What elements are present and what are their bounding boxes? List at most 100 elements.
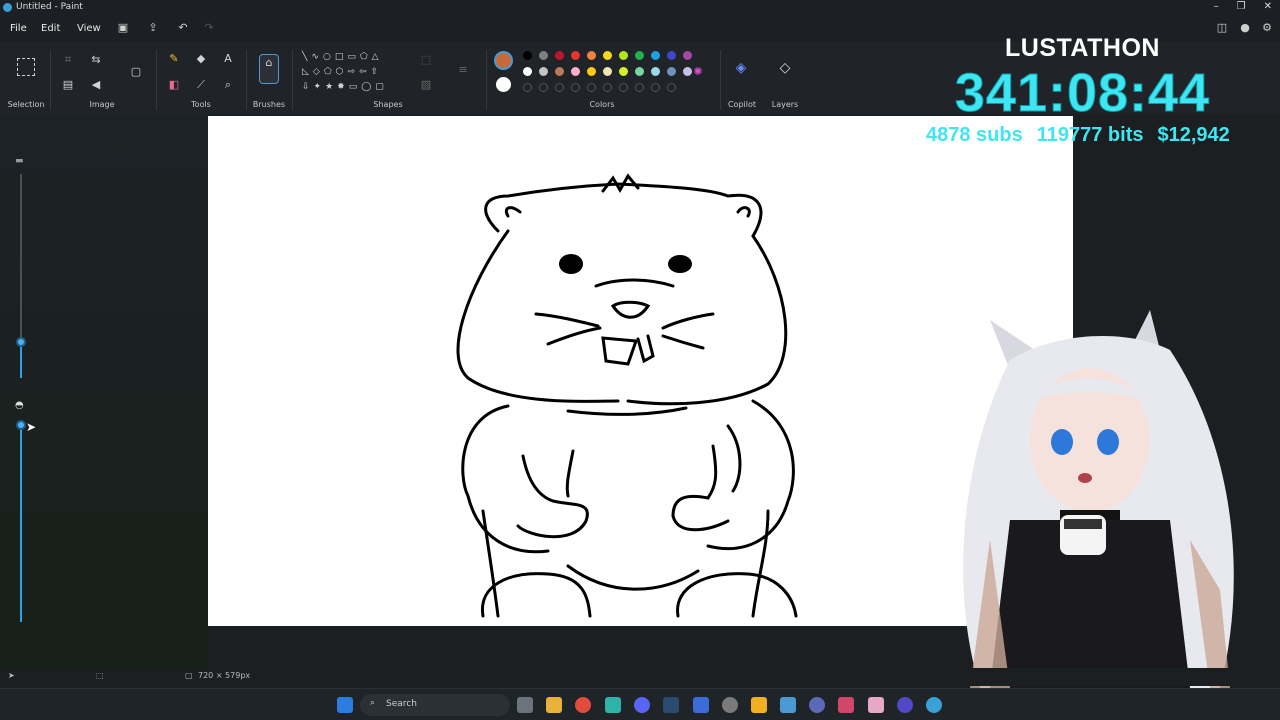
edit-colors-icon[interactable]: ✺	[690, 64, 706, 80]
taskbar-search[interactable]: ⌕ Search	[360, 694, 510, 716]
size-slider-handle[interactable]	[16, 337, 26, 347]
color-swatch[interactable]	[587, 51, 596, 60]
minimize-button[interactable]: –	[1214, 1, 1219, 12]
menu-edit[interactable]: Edit	[41, 23, 60, 34]
steam-icon[interactable]	[663, 697, 679, 713]
color-swatch[interactable]	[539, 67, 548, 76]
app-icon[interactable]	[868, 697, 884, 713]
opacity-slider-handle[interactable]	[16, 420, 26, 430]
app-icon[interactable]	[897, 697, 913, 713]
undo-icon[interactable]: ↶	[175, 20, 191, 36]
custom-color-slot[interactable]	[635, 83, 644, 92]
custom-color-slot[interactable]	[667, 83, 676, 92]
image-select-icon[interactable]: ▢	[128, 64, 144, 80]
menu-view[interactable]: View	[77, 23, 101, 34]
ribbon-divider	[246, 50, 247, 110]
settings-icon[interactable]: ⚙	[1259, 20, 1275, 36]
custom-color-slot[interactable]	[555, 83, 564, 92]
size-slider-track[interactable]	[20, 174, 22, 344]
pencil-icon[interactable]: ✎	[166, 51, 182, 67]
color-swatch[interactable]	[555, 67, 564, 76]
opacity-slider-track[interactable]	[20, 422, 22, 622]
color-swatch[interactable]	[571, 51, 580, 60]
shapes-row-2: ◺◇⬠⬡⇨⇦⇧	[302, 67, 383, 77]
app-icon[interactable]	[809, 697, 825, 713]
layers-icon[interactable]: ◇	[777, 60, 793, 76]
shape-fill-icon[interactable]: ▨	[418, 77, 434, 93]
crop-icon[interactable]: ⌗	[60, 52, 76, 68]
color-swatch[interactable]	[603, 67, 612, 76]
chrome-icon[interactable]	[575, 697, 591, 713]
color-swatch[interactable]	[539, 51, 548, 60]
app-icon[interactable]	[751, 697, 767, 713]
resize-icon[interactable]: ⇆	[88, 52, 104, 68]
color-swatch[interactable]	[683, 51, 692, 60]
custom-color-slot[interactable]	[571, 83, 580, 92]
brush-icon[interactable]: ⌂	[259, 54, 279, 84]
start-button-icon[interactable]	[337, 697, 353, 713]
custom-color-slot[interactable]	[523, 83, 532, 92]
layers-group-label: Layers	[771, 100, 799, 109]
task-view-icon[interactable]	[517, 697, 533, 713]
rotate-icon[interactable]: ◀	[88, 77, 104, 93]
selection-tool-icon[interactable]	[17, 58, 35, 76]
money-total: $12,942	[1157, 124, 1230, 146]
custom-color-slot[interactable]	[619, 83, 628, 92]
outline-icon[interactable]: ⬚	[418, 52, 434, 68]
obs-icon[interactable]	[722, 697, 738, 713]
app-icon[interactable]	[838, 697, 854, 713]
mouse-cursor-icon: ➤	[26, 420, 37, 434]
color-swatch[interactable]	[619, 51, 628, 60]
size-slider-fill	[20, 342, 22, 378]
opacity-icon: ◓	[15, 400, 24, 411]
text-icon[interactable]: A	[220, 51, 236, 67]
close-button[interactable]: ✕	[1264, 1, 1272, 12]
menu-file[interactable]: File	[10, 23, 27, 34]
color-swatch[interactable]	[635, 51, 644, 60]
color-picker-icon[interactable]: ⟋	[193, 77, 209, 93]
color-swatch[interactable]	[603, 51, 612, 60]
color-swatch[interactable]	[619, 67, 628, 76]
primary-color-swatch[interactable]	[494, 51, 513, 70]
drawing-canvas[interactable]	[208, 116, 1073, 626]
app-icon[interactable]	[780, 697, 796, 713]
color-swatch[interactable]	[523, 67, 532, 76]
hamster-drawing	[456, 173, 798, 618]
maximize-button[interactable]: ❐	[1237, 1, 1246, 12]
bitwarden-icon[interactable]	[693, 697, 709, 713]
subs-count: 4878 subs	[926, 124, 1023, 146]
file-explorer-icon[interactable]	[546, 697, 562, 713]
color-swatch[interactable]	[587, 67, 596, 76]
color-swatch[interactable]	[667, 67, 676, 76]
share-icon[interactable]: ⇪	[145, 20, 161, 36]
color-swatch[interactable]	[555, 51, 564, 60]
status-bar: ➤ ⬚ ▢ 720 × 579px	[0, 668, 1280, 686]
paint-taskbar-icon[interactable]	[926, 697, 942, 713]
save-icon[interactable]: ▣	[115, 20, 131, 36]
fill-icon[interactable]: ◆	[193, 51, 209, 67]
copilot-icon[interactable]: ◈	[733, 60, 749, 76]
color-swatch[interactable]	[635, 67, 644, 76]
shapes-gallery[interactable]: ╲∿○□▭⬠△ ◺◇⬠⬡⇨⇦⇧ ⇩✦★✸▭◯▢	[302, 50, 407, 96]
ribbon-divider	[156, 50, 157, 110]
color-swatch[interactable]	[651, 51, 660, 60]
custom-color-slot[interactable]	[539, 83, 548, 92]
custom-color-slot[interactable]	[651, 83, 660, 92]
magnifier-icon[interactable]: ⌕	[220, 77, 236, 93]
discord-icon[interactable]	[634, 697, 650, 713]
shapes-row-1: ╲∿○□▭⬠△	[302, 52, 383, 62]
redo-icon[interactable]: ↷	[201, 20, 217, 36]
color-swatch[interactable]	[523, 51, 532, 60]
eraser-icon[interactable]: ◧	[166, 77, 182, 93]
crop-shadow-icon[interactable]: ▤	[60, 77, 76, 93]
app-icon[interactable]	[605, 697, 621, 713]
custom-color-slot[interactable]	[603, 83, 612, 92]
color-swatch[interactable]	[667, 51, 676, 60]
selection-group-label: Selection	[7, 100, 45, 109]
shape-size-icon[interactable]: ≡	[455, 62, 471, 78]
color-swatch[interactable]	[651, 67, 660, 76]
subathon-title: LUSTATHON	[1005, 34, 1160, 62]
custom-color-slot[interactable]	[587, 83, 596, 92]
secondary-color-swatch[interactable]	[496, 77, 511, 92]
color-swatch[interactable]	[571, 67, 580, 76]
